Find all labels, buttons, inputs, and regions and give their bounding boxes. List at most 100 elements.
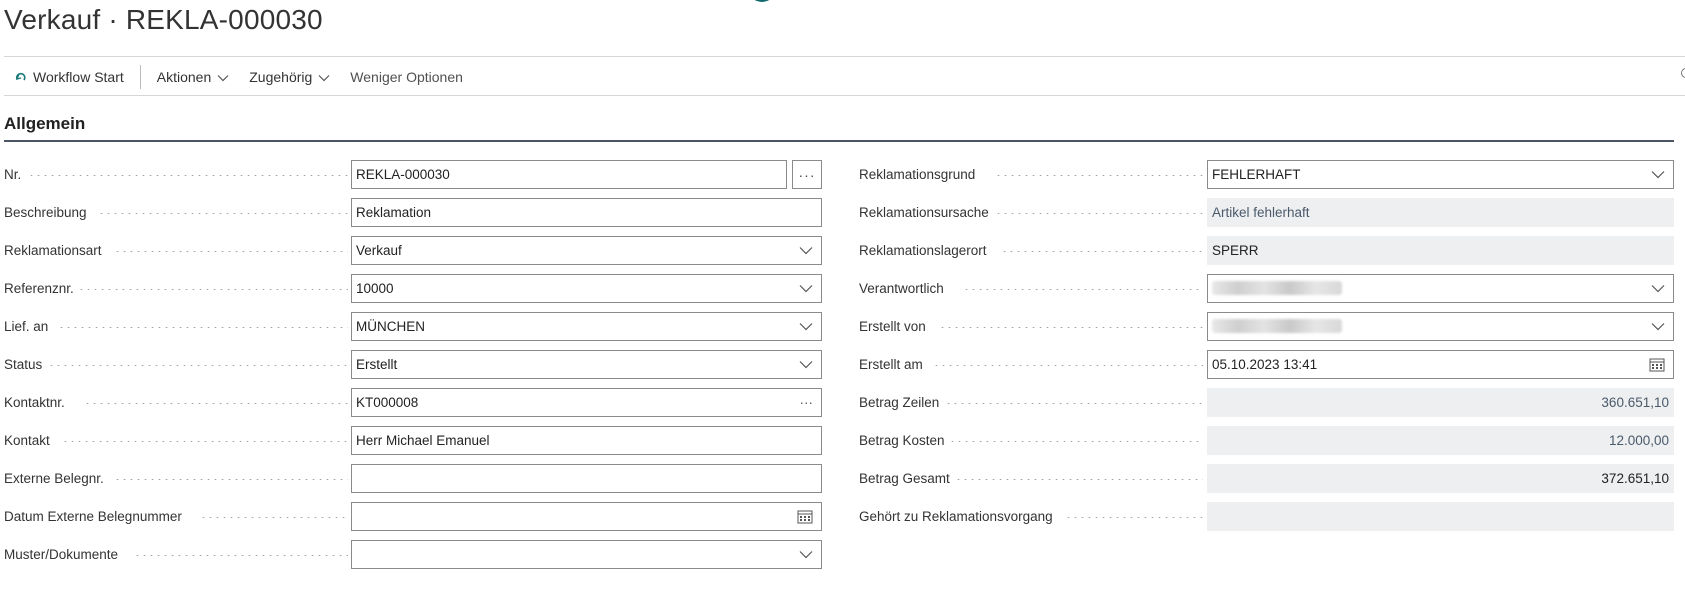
loading-indicator [748,0,776,2]
chevron-down-icon[interactable] [1651,161,1665,188]
calendar-icon[interactable] [1649,351,1665,378]
field-label-status: Status [4,357,43,372]
beschreibung-field[interactable]: Reklamation [351,198,822,227]
field-label-reklamationsgrund: Reklamationsgrund [859,167,976,182]
field-label-datum-externe-belegnummer: Datum Externe Belegnummer [4,509,182,524]
reklamationsgrund-select[interactable]: FEHLERHAFT [1207,160,1674,189]
field-row-betrag-kosten: Betrag Kosten 12.000,00 [859,426,1674,464]
externe-belegnr-field[interactable] [351,464,822,493]
datum-externe-belegnummer-field[interactable] [351,502,822,531]
referenznr-select[interactable]: 10000 [351,274,822,303]
field-row-erstellt-von: Erstellt von [859,312,1674,350]
field-row-betrag-gesamt: Betrag Gesamt 372.651,10 [859,464,1674,502]
field-row-datum-externe-belegnummer: Datum Externe Belegnummer [4,502,822,540]
ellipsis-icon[interactable]: ··· [800,389,814,416]
field-row-reklamationsursache: Reklamationsursache Artikel fehlerhaft [859,198,1674,236]
dotted-leader [84,403,348,404]
ellipsis-icon: ··· [798,166,816,183]
dotted-leader [949,441,1203,442]
dotted-leader [48,365,348,366]
dotted-leader [200,517,348,518]
field-row-verantwortlich: Verantwortlich [859,274,1674,312]
field-label-betrag-kosten: Betrag Kosten [859,433,945,448]
muster-dokumente-select[interactable] [351,540,822,569]
dotted-leader [1001,251,1203,252]
field-row-reklamationsgrund: Reklamationsgrund FEHLERHAFT [859,160,1674,198]
field-label-betrag-gesamt: Betrag Gesamt [859,471,950,486]
nr-field[interactable]: REKLA-000030 [351,160,787,189]
section-title-allgemein[interactable]: Allgemein [4,114,85,134]
dotted-leader [114,479,348,480]
field-label-externe-belegnr: Externe Belegnr. [4,471,104,486]
kontaktnr-value: KT000008 [356,395,419,410]
betrag-gesamt-field: 372.651,10 [1207,464,1674,493]
field-row-erstellt-am: Erstellt am 05.10.2023 13:41 [859,350,1674,388]
aktionen-menu[interactable]: Aktionen [147,62,239,92]
weniger-optionen-label: Weniger Optionen [350,69,463,85]
field-row-reklamationsart: Reklamationsart Verkauf [4,236,822,274]
dotted-leader [134,555,348,556]
field-row-referenznr: Referenznr. 10000 [4,274,822,312]
chevron-down-icon[interactable] [799,313,813,340]
field-row-muster-dokumente: Muster/Dokumente [4,540,822,578]
verantwortlich-select[interactable] [1207,274,1674,303]
chevron-down-icon[interactable] [1651,313,1665,340]
lief-an-select[interactable]: MÜNCHEN [351,312,822,341]
workflow-start-button[interactable]: Workflow Start [4,62,134,92]
reklamationsart-select[interactable]: Verkauf [351,236,822,265]
dotted-leader [58,327,348,328]
chevron-down-icon[interactable] [799,541,813,568]
reklamationsursache-field: Artikel fehlerhaft [1207,198,1674,227]
dotted-leader [995,213,1203,214]
field-label-erstellt-von: Erstellt von [859,319,926,334]
dotted-leader [939,327,1203,328]
weniger-optionen-button[interactable]: Weniger Optionen [340,62,473,92]
field-label-nr: Nr. [4,167,22,182]
field-label-lief-an: Lief. an [4,319,49,334]
zugehoerig-label: Zugehörig [249,69,313,85]
erstellt-von-select[interactable] [1207,312,1674,341]
kontaktnr-field[interactable]: KT000008 ··· [351,388,822,417]
field-row-gehoert-zu-reklamationsvorgang: Gehört zu Reklamationsvorgang [859,502,1674,540]
reklamationsgrund-value: FEHLERHAFT [1212,167,1301,182]
chevron-down-icon[interactable] [799,351,813,378]
field-row-kontakt: Kontakt Herr Michael Emanuel [4,426,822,464]
betrag-zeilen-field: 360.651,10 [1207,388,1674,417]
dotted-leader [955,479,1203,480]
page-title: Verkauf · REKLA-000030 [4,4,323,35]
edge-circle-icon [1681,68,1685,78]
chevron-down-icon[interactable] [1651,275,1665,302]
erstellt-am-field[interactable]: 05.10.2023 13:41 [1207,350,1674,379]
zugehoerig-menu[interactable]: Zugehörig [239,62,340,92]
field-label-reklamationsart: Reklamationsart [4,243,102,258]
dotted-leader [933,365,1203,366]
workflow-start-label: Workflow Start [33,69,124,85]
nr-assist-button[interactable]: ··· [792,160,822,189]
status-value: Erstellt [356,357,398,372]
calendar-icon[interactable] [797,503,813,530]
dotted-leader [78,289,348,290]
dotted-leader [28,175,348,176]
field-label-kontakt: Kontakt [4,433,50,448]
field-label-muster-dokumente: Muster/Dokumente [4,547,119,562]
dotted-leader [62,441,348,442]
field-row-betrag-zeilen: Betrag Zeilen 360.651,10 [859,388,1674,426]
chevron-down-icon[interactable] [799,275,813,302]
field-row-externe-belegnr: Externe Belegnr. [4,464,822,502]
section-rule [4,140,1674,142]
erstellt-am-value: 05.10.2023 13:41 [1212,357,1318,372]
right-field-column: Reklamationsgrund FEHLERHAFT Reklamation… [859,160,1674,540]
action-bar: Workflow Start Aktionen Zugehörig Wenige… [4,62,1685,92]
reklamationsart-value: Verkauf [356,243,402,258]
dotted-leader [114,251,348,252]
referenznr-value: 10000 [356,281,394,296]
status-select[interactable]: Erstellt [351,350,822,379]
chevron-down-icon [217,69,229,85]
chevron-down-icon[interactable] [799,237,813,264]
field-row-status: Status Erstellt [4,350,822,388]
redacted-user-value [1212,281,1342,295]
redacted-user-value [1212,319,1342,333]
field-label-verantwortlich: Verantwortlich [859,281,944,296]
kontakt-field[interactable]: Herr Michael Emanuel [351,426,822,455]
dotted-leader [1065,517,1203,518]
